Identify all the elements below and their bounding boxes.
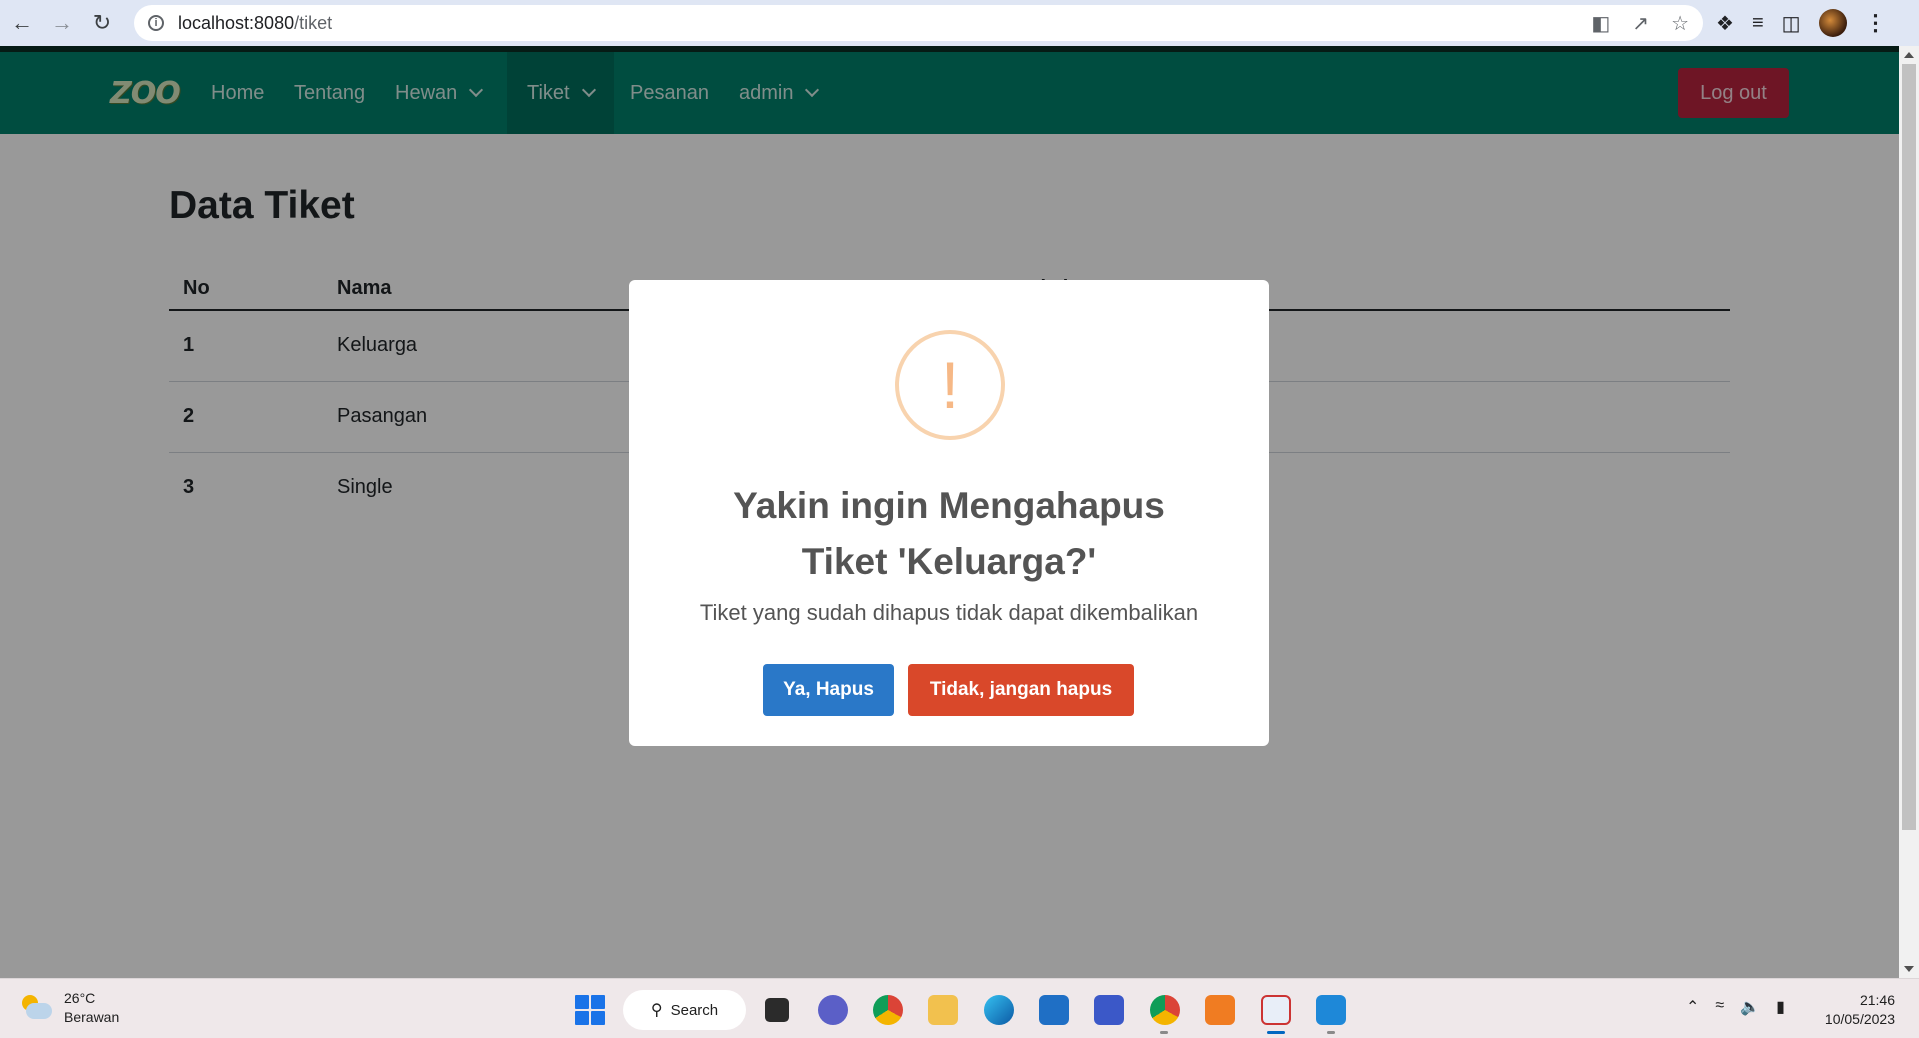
site-info-icon[interactable]: i [148, 15, 164, 31]
translate-icon[interactable]: ◧ [1591, 11, 1610, 36]
dialog-title-line1: Yakin ingin Mengahapus [733, 485, 1165, 526]
snipping-tool-icon[interactable] [1261, 995, 1291, 1025]
dialog-message: Tiket yang sudah dihapus tidak dapat dik… [699, 600, 1199, 625]
confirm-delete-button[interactable]: Ya, Hapus [763, 664, 894, 716]
address-bar[interactable]: i localhost:8080/tiket ◧ ↗ ☆ [134, 5, 1703, 41]
profile-avatar[interactable] [1818, 9, 1847, 37]
dialog-title: Yakin ingin Mengahapus Tiket 'Keluarga?' [669, 478, 1229, 590]
page-viewport: ZOO Home Tentang Hewan Tiket Pesanan adm… [0, 46, 1899, 978]
extensions-puzzle-icon[interactable]: ❖ [1716, 11, 1734, 36]
task-view-icon[interactable] [765, 998, 789, 1022]
windows-taskbar: 26°C Berawan ⚲ Search ⌃ ≈ 🔈 ▮ 21:46 10/0… [0, 978, 1919, 1038]
scroll-up-arrow-icon[interactable] [1904, 52, 1914, 58]
warning-exclamation-icon: ! [895, 330, 1005, 440]
system-tray: ⌃ ≈ 🔈 ▮ [1686, 997, 1785, 1017]
weather-desc: Berawan [64, 1009, 120, 1025]
windows-start-icon[interactable] [575, 995, 605, 1025]
editor-app-icon[interactable] [1094, 995, 1124, 1025]
partly-cloudy-icon [20, 995, 52, 1021]
active-app-indicator [1267, 1031, 1285, 1034]
forward-icon[interactable]: → [42, 3, 82, 43]
running-indicator [1327, 1031, 1335, 1034]
volume-icon[interactable]: 🔈 [1740, 997, 1760, 1017]
show-hidden-icons-chevron-icon[interactable]: ⌃ [1686, 997, 1699, 1017]
bookmark-star-icon[interactable]: ☆ [1671, 11, 1689, 36]
weather-widget[interactable]: 26°C Berawan [20, 989, 119, 1027]
file-explorer-icon[interactable] [928, 995, 958, 1025]
taskbar-search-label: Search [670, 1001, 719, 1019]
search-icon: ⚲ [650, 1002, 663, 1019]
vscode-icon[interactable] [1316, 995, 1346, 1025]
scroll-down-arrow-icon[interactable] [1904, 966, 1914, 972]
browser-menu-icon[interactable]: ⋮ [1865, 10, 1887, 36]
xampp-icon[interactable] [1205, 995, 1235, 1025]
browser-toolbar: ← → ↻ i localhost:8080/tiket ◧ ↗ ☆ ❖ ≡ ◫… [0, 0, 1919, 46]
delete-confirm-dialog: ! Yakin ingin Mengahapus Tiket 'Keluarga… [629, 280, 1269, 746]
back-icon[interactable]: ← [2, 3, 42, 43]
chrome-icon[interactable] [873, 995, 903, 1025]
running-indicator [1160, 1031, 1168, 1034]
battery-icon[interactable]: ▮ [1776, 997, 1785, 1017]
page-scrollbar[interactable] [1899, 46, 1919, 978]
taskbar-search[interactable]: ⚲ Search [623, 990, 746, 1030]
share-icon[interactable]: ↗ [1632, 11, 1649, 36]
side-panel-icon[interactable]: ◫ [1782, 11, 1801, 36]
weather-temp: 26°C [64, 990, 96, 1006]
url-host: localhost:8080 [178, 12, 295, 33]
url-path: /tiket [294, 12, 333, 33]
teams-chat-icon[interactable] [818, 995, 848, 1025]
clock-date: 10/05/2023 [1824, 1011, 1895, 1027]
reload-icon[interactable]: ↻ [82, 3, 122, 43]
chrome-profile-icon[interactable] [1150, 995, 1180, 1025]
edge-icon[interactable] [984, 995, 1014, 1025]
clock-time: 21:46 [1859, 992, 1895, 1008]
media-queue-icon[interactable]: ≡ [1752, 12, 1764, 35]
dialog-title-line2: Tiket 'Keluarga?' [801, 541, 1097, 582]
wifi-icon[interactable]: ≈ [1715, 997, 1724, 1017]
scrollbar-thumb[interactable] [1902, 64, 1916, 830]
cancel-delete-button[interactable]: Tidak, jangan hapus [908, 664, 1134, 716]
mail-icon[interactable] [1039, 995, 1069, 1025]
system-clock[interactable]: 21:46 10/05/2023 [1825, 991, 1895, 1029]
